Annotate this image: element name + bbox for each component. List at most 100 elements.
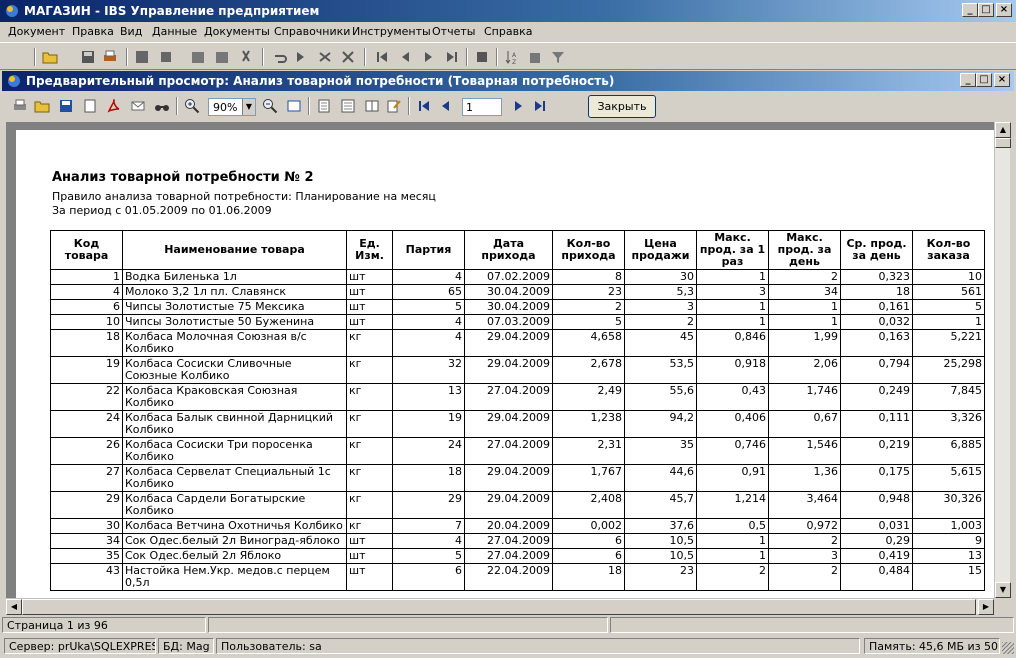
table-row: 35 Сок Одес.белый 2л Яблоко шт 5 27.04.2009 6… (50, 548, 985, 564)
next-page-icon[interactable] (510, 98, 526, 114)
menu-references[interactable]: Справочники (274, 25, 350, 38)
column-header: Наименование товара (122, 230, 347, 270)
chevron-down-icon[interactable]: ▼ (242, 99, 255, 115)
last-page-icon[interactable] (532, 98, 548, 114)
maximize-button[interactable]: □ (978, 3, 994, 17)
page-counter: Страница 1 из 96 (2, 617, 206, 633)
preview-minimize-button[interactable]: _ (960, 73, 976, 87)
open-folder-icon[interactable] (42, 49, 58, 65)
save-icon[interactable] (58, 98, 74, 114)
zoom-select[interactable]: 90% ▼ (208, 98, 256, 116)
table-row: 34 Сок Одес.белый 2л Виноград-яблоко шт 4 27… (50, 533, 985, 549)
table-cell: 29.04.2009 (464, 356, 553, 384)
menu-edit[interactable]: Правка (72, 25, 114, 38)
minimize-button[interactable]: _ (962, 3, 978, 17)
edit-icon[interactable] (528, 49, 544, 65)
zoom-in-icon[interactable] (184, 98, 200, 114)
scroll-left-button[interactable]: ◀ (6, 599, 22, 615)
table-cell: 37,6 (624, 518, 697, 534)
menu-tools[interactable]: Инструменты (352, 25, 431, 38)
table-cell: 65 (392, 284, 465, 300)
menu-document[interactable]: Документ (8, 25, 65, 38)
stop-icon[interactable] (474, 49, 490, 65)
filter-icon[interactable] (550, 49, 566, 65)
export-icon[interactable] (82, 98, 98, 114)
table-cell: 1 (768, 314, 841, 330)
table-cell: 0,948 (840, 491, 913, 519)
table-cell: 1 (696, 548, 769, 564)
first-page-icon[interactable] (416, 98, 432, 114)
table-cell: 2,06 (768, 356, 841, 384)
page-icon[interactable] (316, 98, 332, 114)
column-header: Макс. прод. за 1 раз (696, 230, 769, 270)
table-cell: 10 (912, 269, 985, 285)
menu-reports[interactable]: Отчеты (432, 25, 475, 38)
prev-record-icon[interactable] (398, 49, 414, 65)
table-cell: 2,31 (552, 437, 625, 465)
last-record-icon[interactable] (444, 49, 460, 65)
cut-icon[interactable] (238, 49, 254, 65)
fit-page-icon[interactable] (286, 98, 302, 114)
email-icon[interactable] (130, 98, 146, 114)
table-cell: 3,464 (768, 491, 841, 519)
first-record-icon[interactable] (374, 49, 390, 65)
prev-page-icon[interactable] (438, 98, 454, 114)
separator (466, 48, 468, 66)
scroll-up-button[interactable]: ▲ (995, 122, 1011, 138)
preview-area[interactable]: Анализ товарной потребности № 2 Правило … (6, 122, 994, 598)
column-header: Кол-во прихода (552, 230, 625, 270)
delete-icon[interactable] (340, 49, 356, 65)
horizontal-scrollbar[interactable]: ◀ ▶ (6, 598, 994, 615)
scroll-right-button[interactable]: ▶ (978, 599, 994, 615)
print-icon[interactable] (102, 49, 118, 65)
table-cell: Чипсы Золотистые 75 Мексика (122, 299, 347, 315)
table-cell: 94,2 (624, 410, 697, 438)
table-cell: 27 (50, 464, 123, 492)
table-cell: 5 (552, 314, 625, 330)
column-header: Код товара (50, 230, 123, 270)
table-cell: Колбаса Краковская Союзная Колбико (122, 383, 347, 411)
book-icon[interactable] (364, 98, 380, 114)
resize-grip-icon[interactable] (1002, 642, 1014, 654)
table-cell: 1,746 (768, 383, 841, 411)
horizontal-scroll-thumb[interactable] (22, 599, 976, 615)
scroll-down-button[interactable]: ▼ (995, 582, 1011, 598)
report-table: Код товара Наименование товара Ед. Изм. … (50, 230, 985, 591)
step-icon[interactable] (294, 49, 310, 65)
status-panel-empty (610, 617, 1014, 633)
preview-maximize-button[interactable]: □ (976, 73, 992, 87)
next-record-icon[interactable] (420, 49, 436, 65)
menu-help[interactable]: Справка (484, 25, 532, 38)
pdf-icon[interactable] (106, 98, 122, 114)
find-icon[interactable] (154, 98, 170, 114)
menu-documents[interactable]: Документы (204, 25, 270, 38)
column-header: Макс. прод. за день (768, 230, 841, 270)
close-window-button[interactable]: × (996, 3, 1012, 17)
menu-data[interactable]: Данные (152, 25, 197, 38)
page-number-input[interactable]: 1 (462, 98, 502, 116)
duplicate-icon[interactable] (214, 49, 230, 65)
paste-icon[interactable] (190, 49, 206, 65)
app-title-bar[interactable]: МАГАЗИН - IBS Управление предприятием _ … (0, 0, 1016, 22)
save-icon[interactable] (80, 49, 96, 65)
preview-close-button[interactable]: × (994, 73, 1010, 87)
zoom-out-icon[interactable] (262, 98, 278, 114)
copy-icon[interactable] (158, 49, 174, 65)
menu-view[interactable]: Вид (120, 25, 142, 38)
multipage-icon[interactable] (340, 98, 356, 114)
preview-title: Предварительный просмотр: Анализ товарно… (26, 74, 615, 88)
table-cell: шт (346, 314, 393, 330)
edit-page-icon[interactable] (386, 98, 402, 114)
undo-icon[interactable] (272, 49, 288, 65)
skip-icon[interactable] (318, 49, 334, 65)
sort-icon[interactable]: AZ (504, 49, 520, 65)
table-cell: 23 (552, 284, 625, 300)
preview-title-bar[interactable]: Предварительный просмотр: Анализ товарно… (2, 71, 1014, 91)
grid-icon[interactable] (134, 49, 150, 65)
vertical-scrollbar[interactable]: ▲ ▼ (994, 122, 1011, 598)
vertical-scroll-thumb[interactable] (995, 138, 1011, 148)
print-icon[interactable] (12, 98, 28, 114)
open-icon[interactable] (34, 98, 50, 114)
close-preview-button[interactable]: Закрыть (588, 95, 656, 118)
table-cell: 5,3 (624, 284, 697, 300)
